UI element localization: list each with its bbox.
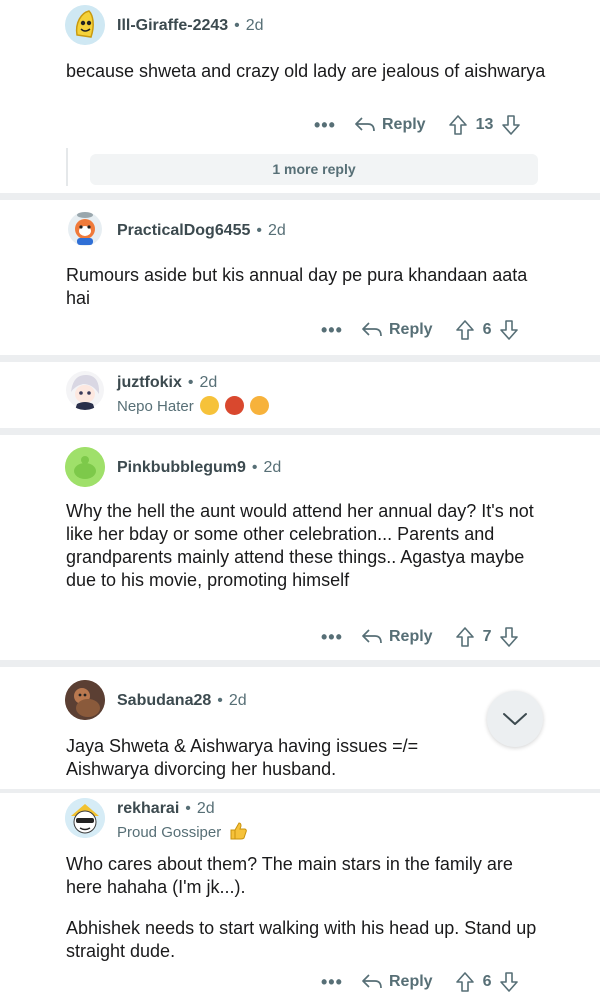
upvote-arrow-icon[interactable] [448,114,468,136]
more-options-button[interactable]: ••• [321,627,361,648]
username[interactable]: Ill-Giraffe-2243 [117,17,228,34]
vote-control: 6 [455,319,520,341]
separator [0,193,600,200]
comment-meta: rekharai • 2d [117,800,215,817]
avatar[interactable] [65,370,105,410]
vote-count: 6 [482,973,492,990]
scroll-down-button[interactable] [487,691,543,747]
comment-rekharai: rekharai • 2d Proud Gossiper Who cares abo… [0,793,600,1000]
reply-button[interactable]: Reply [354,116,426,134]
upvote-arrow-icon[interactable] [455,319,475,341]
comment-meta: Ill-Giraffe-2243 • 2d [117,17,264,34]
timestamp: 2d [245,17,264,34]
flair-text: Proud Gossiper [117,824,222,841]
downvote-arrow-icon[interactable] [501,114,521,136]
comment-pinkbubblegum: Pinkbubblegum9 • 2d Why the hell the aunt … [0,435,600,660]
reply-arrow-icon [362,974,382,989]
comment-body: Rumours aside but kis annual day pe pura… [66,265,528,308]
avatar[interactable] [65,5,105,45]
timestamp: 2d [199,374,218,391]
separator [0,660,600,667]
comment-meta: Sabudana28 • 2d [117,692,247,709]
avatar[interactable] [65,447,105,487]
reply-button[interactable]: Reply [361,321,433,339]
timestamp: 2d [228,692,247,709]
comment-juztfokix[interactable]: juztfokix • 2d Nepo Hater [0,362,600,428]
more-options-button[interactable]: ••• [321,972,361,993]
downvote-arrow-icon[interactable] [499,319,519,341]
avatar[interactable] [65,680,105,720]
username[interactable]: Pinkbubblegum9 [117,459,246,476]
comment-body: because shweta and crazy old lady are je… [66,61,546,81]
comment-actions: ••• Reply 6 [321,317,519,343]
comment-meta: juztfokix • 2d [117,374,218,391]
reply-button[interactable]: Reply [361,973,433,991]
thumbs-up-emoji-icon [230,822,248,840]
timestamp: 2d [196,800,215,817]
comment-practical-dog: PracticalDog6455 • 2d Rumours aside but ki… [0,200,600,355]
reply-label: Reply [382,116,426,133]
comment-body: Why the hell the aunt would attend her a… [66,501,534,590]
timestamp: 2d [263,459,282,476]
avatar[interactable] [65,207,105,247]
reply-button[interactable]: Reply [361,628,433,646]
chevron-down-icon [503,713,527,725]
downvote-arrow-icon[interactable] [499,626,519,648]
reply-label: Reply [389,628,433,645]
comment-body: Who cares about them? The main stars in … [66,854,537,961]
banana-avatar-icon [65,5,105,45]
downvote-arrow-icon[interactable] [499,971,519,993]
vote-control: 6 [455,971,520,993]
photo-avatar-icon [65,680,105,720]
more-options-button[interactable]: ••• [314,115,354,136]
flair-text: Nepo Hater [117,398,194,415]
user-flair: Proud Gossiper [117,821,248,841]
reply-label: Reply [389,973,433,990]
more-replies-button[interactable]: 1 more reply [90,154,538,185]
comment-actions: ••• Reply 13 [314,112,521,138]
reply-arrow-icon [355,117,375,132]
reply-arrow-icon [362,629,382,644]
comment-actions: ••• Reply 7 [321,624,519,650]
separator [0,355,600,362]
comment-meta: PracticalDog6455 • 2d [117,222,286,239]
separator [0,428,600,435]
username[interactable]: juztfokix [117,374,182,391]
thread-line [66,148,68,186]
vote-control: 13 [448,114,522,136]
vote-control: 7 [455,626,520,648]
reply-arrow-icon [362,322,382,337]
comment-actions: ••• Reply 6 [321,969,519,995]
upvote-arrow-icon[interactable] [455,626,475,648]
comment-ill-giraffe: Ill-Giraffe-2243 • 2d because shweta and c… [0,0,600,195]
snoo-sunglasses-avatar-icon [65,798,105,838]
username[interactable]: PracticalDog6455 [117,222,250,239]
snoo-avatar-icon [65,447,105,487]
user-flair: Nepo Hater [117,396,270,415]
vote-count: 7 [482,628,492,645]
username[interactable]: Sabudana28 [117,692,211,709]
anime-avatar-icon [66,371,104,410]
comment-meta: Pinkbubblegum9 • 2d [117,459,282,476]
comment-body: Jaya Shweta & Aishwarya having issues =/… [66,736,419,779]
angry-emoji-icon [225,396,245,415]
frown-emoji-icon [250,396,270,415]
avatar[interactable] [65,798,105,838]
dog-avatar-icon [68,212,102,246]
vote-count: 13 [475,116,494,133]
timestamp: 2d [268,222,286,239]
scream-emoji-icon [199,396,219,415]
vote-count: 6 [482,321,492,338]
reply-label: Reply [389,321,433,338]
upvote-arrow-icon[interactable] [455,971,475,993]
username[interactable]: rekharai [117,800,179,817]
more-options-button[interactable]: ••• [321,320,361,341]
